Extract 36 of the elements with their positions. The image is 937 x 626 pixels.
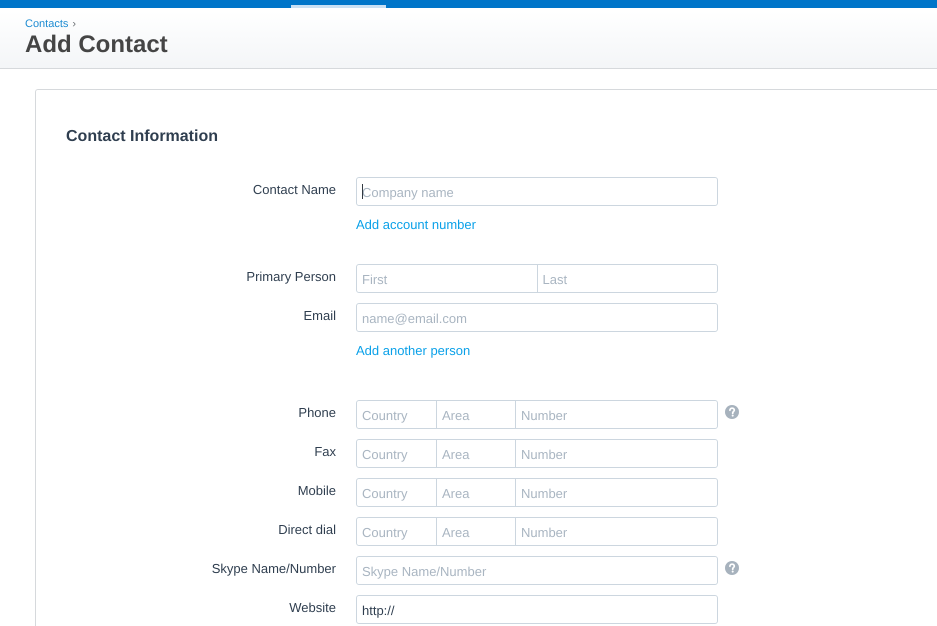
country-code-field[interactable]: Country [356, 478, 437, 507]
field-label: Fax [314, 444, 336, 460]
page-title: Add Contact [25, 31, 168, 59]
add-link[interactable]: Add account number [356, 217, 476, 233]
country-code-field[interactable]: Country [356, 400, 437, 429]
field-label: Website [289, 600, 336, 616]
field-label: Email [303, 308, 336, 324]
breadcrumb-separator: › [72, 18, 76, 31]
field-label: Contact Name [252, 182, 336, 198]
area-code-field[interactable]: Area [436, 517, 516, 546]
phone-number-field[interactable]: Number [515, 478, 718, 507]
input-field[interactable]: Company name [356, 177, 718, 206]
area-code-field[interactable]: Area [436, 439, 516, 468]
input-field[interactable]: name@email.com [356, 303, 718, 332]
breadcrumb-link[interactable]: Contacts [25, 18, 68, 31]
input-field[interactable]: http:// [356, 595, 718, 624]
country-code-field[interactable]: Country [356, 517, 437, 546]
add-link[interactable]: Add another person [356, 343, 470, 359]
field-label: Mobile [298, 483, 336, 499]
phone-number-field[interactable]: Number [515, 439, 718, 468]
field-label: Phone [298, 405, 336, 421]
field-label: Direct dial [278, 522, 336, 538]
field-label: Primary Person [246, 269, 336, 285]
help-icon[interactable] [725, 405, 739, 419]
help-icon[interactable] [725, 561, 739, 575]
field-label: Skype Name/Number [212, 561, 336, 577]
last-name-field[interactable]: Last [536, 264, 718, 293]
first-name-field[interactable]: First [356, 264, 538, 293]
phone-number-field[interactable]: Number [515, 400, 718, 429]
text-cursor [362, 184, 363, 199]
section-title: Contact Information [66, 127, 218, 147]
area-code-field[interactable]: Area [436, 400, 516, 429]
phone-number-field[interactable]: Number [515, 517, 718, 546]
area-code-field[interactable]: Area [436, 478, 516, 507]
input-field[interactable]: Skype Name/Number [356, 556, 718, 585]
country-code-field[interactable]: Country [356, 439, 437, 468]
